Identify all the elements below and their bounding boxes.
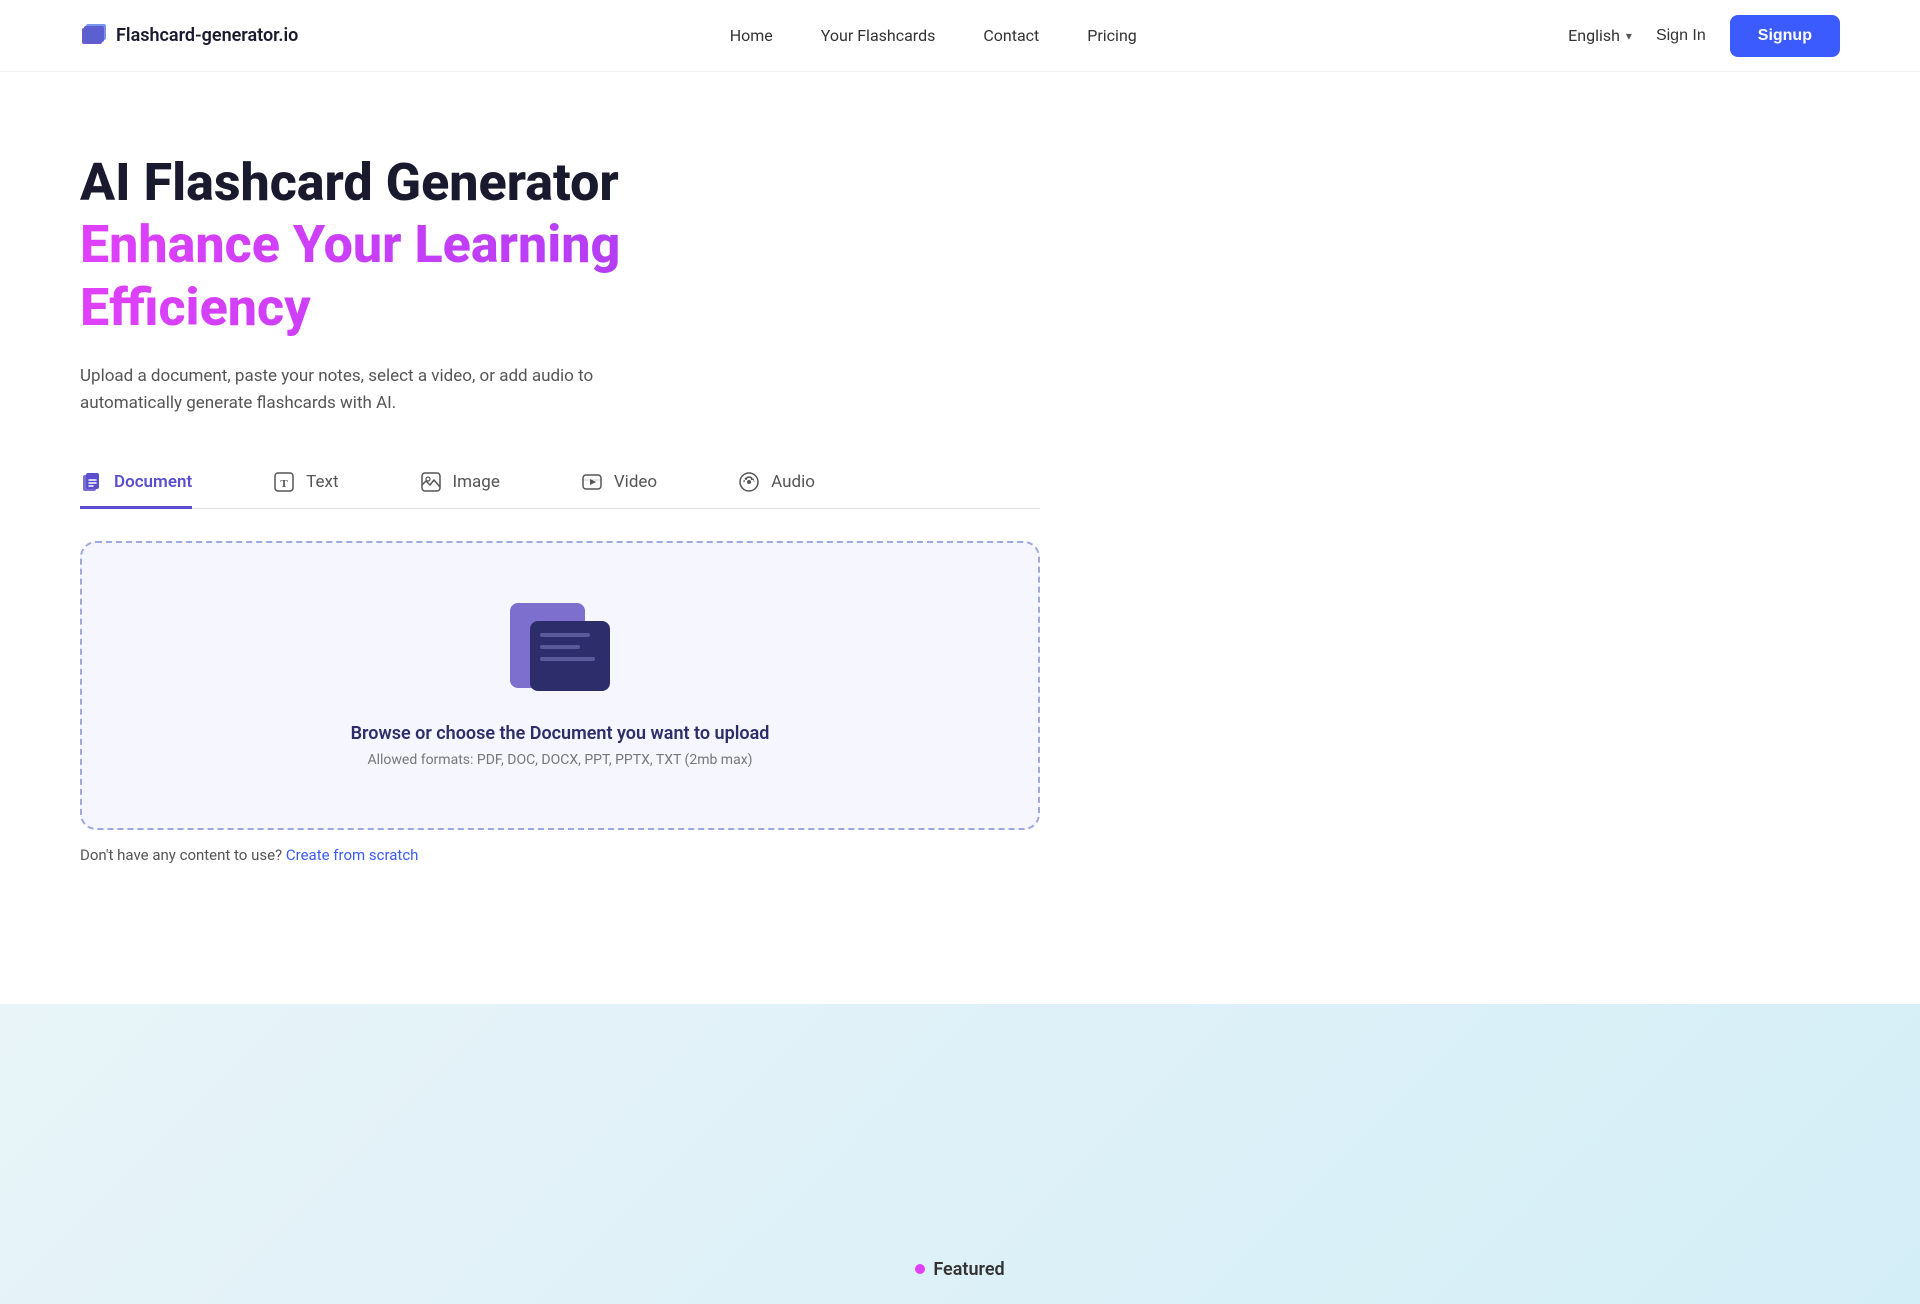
language-selector[interactable]: English ▾ <box>1568 26 1632 45</box>
language-label: English <box>1568 26 1620 45</box>
doc-line-3 <box>540 657 595 661</box>
logo-text: Flashcard-generator.io <box>116 25 298 46</box>
tab-text[interactable]: T Text <box>272 458 338 509</box>
hero-title-line1: AI Flashcard Generator <box>80 152 1320 214</box>
text-icon: T <box>272 470 296 494</box>
upload-area[interactable]: Browse or choose the Document you want t… <box>80 541 1040 830</box>
logo-section: Flashcard-generator.io <box>80 22 298 50</box>
featured-dot <box>915 1264 925 1274</box>
nav-contact[interactable]: Contact <box>983 26 1039 45</box>
doc-line-2 <box>540 645 580 649</box>
tab-video[interactable]: Video <box>580 458 657 509</box>
scratch-section: Don't have any content to use? Create fr… <box>80 846 1320 864</box>
signup-button[interactable]: Signup <box>1730 15 1840 57</box>
upload-title: Browse or choose the Document you want t… <box>351 723 770 744</box>
featured-label: Featured <box>933 1259 1004 1280</box>
doc-line-1 <box>540 633 590 637</box>
document-icon <box>80 470 104 494</box>
logo-icon <box>80 22 108 50</box>
nav-actions: English ▾ Sign In Signup <box>1568 15 1840 57</box>
tab-audio[interactable]: Audio <box>737 458 815 509</box>
nav-home[interactable]: Home <box>730 26 773 45</box>
hero-subtitle: Upload a document, paste your notes, sel… <box>80 363 640 417</box>
scratch-prompt: Don't have any content to use? <box>80 846 282 864</box>
tab-document[interactable]: Document <box>80 458 192 509</box>
tab-video-label: Video <box>614 472 657 492</box>
upload-subtitle: Allowed formats: PDF, DOC, DOCX, PPT, PP… <box>367 752 752 768</box>
audio-icon <box>737 470 761 494</box>
chevron-down-icon: ▾ <box>1626 29 1632 43</box>
create-from-scratch-link[interactable]: Create from scratch <box>286 846 419 864</box>
tab-text-label: Text <box>306 472 338 492</box>
svg-text:T: T <box>281 478 289 490</box>
content-tabs: Document T Text Image <box>80 458 1040 509</box>
nav-pricing[interactable]: Pricing <box>1087 26 1137 45</box>
tab-document-label: Document <box>114 472 192 492</box>
hero-section: AI Flashcard Generator Enhance Your Lear… <box>80 152 1320 418</box>
featured-section: Featured <box>915 1259 1004 1280</box>
navbar: Flashcard-generator.io Home Your Flashca… <box>0 0 1920 72</box>
tab-audio-label: Audio <box>771 472 815 492</box>
nav-flashcards[interactable]: Your Flashcards <box>821 26 936 45</box>
tab-image[interactable]: Image <box>419 458 500 509</box>
tab-image-label: Image <box>453 472 500 492</box>
image-icon <box>419 470 443 494</box>
signin-button[interactable]: Sign In <box>1656 27 1706 45</box>
bottom-section: Featured <box>0 1004 1920 1304</box>
upload-illustration <box>500 603 620 703</box>
doc-front <box>530 621 610 691</box>
video-icon <box>580 470 604 494</box>
main-content: AI Flashcard Generator Enhance Your Lear… <box>0 72 1400 924</box>
hero-title-line2: Enhance Your Learning Efficiency <box>80 214 1320 339</box>
nav-links: Home Your Flashcards Contact Pricing <box>730 26 1137 45</box>
